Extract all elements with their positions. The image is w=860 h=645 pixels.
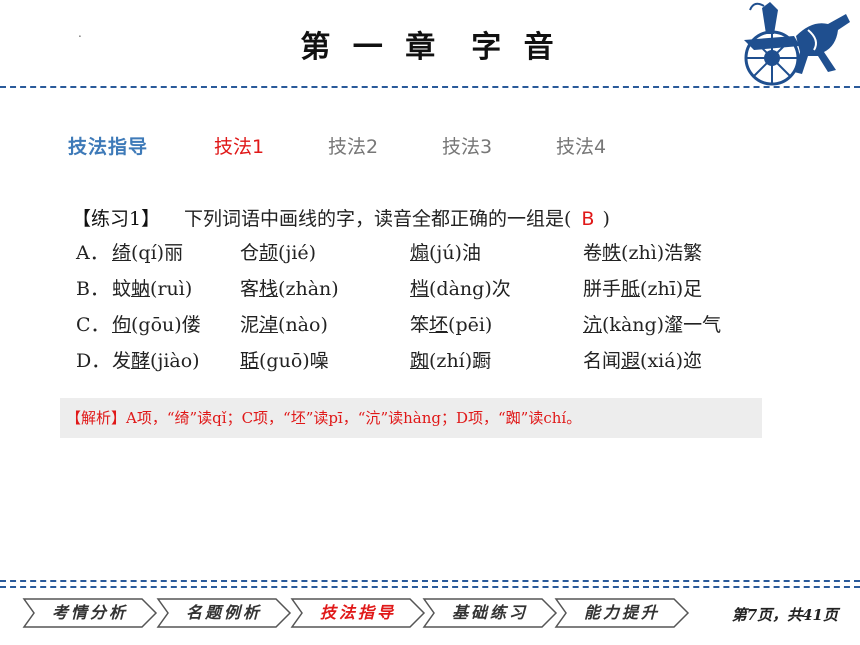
footer-tab[interactable]: 基础练习 xyxy=(420,597,560,629)
word-part: (zhì)浩繁 xyxy=(621,242,703,264)
underlined-char: 煽 xyxy=(410,242,430,264)
technique-nav: 技法指导 技法1 技法2 技法3 技法4 xyxy=(0,132,860,158)
word-part: (jiào) xyxy=(150,350,200,372)
question-suffix: ) xyxy=(602,208,610,230)
word-part: (gōu)偻 xyxy=(131,314,201,336)
option-word: 佝(gōu)偻 xyxy=(112,310,201,337)
footer-tab-label: 技法指导 xyxy=(319,603,396,622)
option-word: 客栈(zhàn) xyxy=(240,274,339,301)
option-letter: C． xyxy=(76,314,110,336)
header-divider xyxy=(0,86,860,88)
footer-tab[interactable]: 技法指导 xyxy=(288,597,428,629)
analysis-box: 【解析】A项，“绮”读qǐ；C项，“坯”读pī，“沆”读hàng；D项，“踟”读… xyxy=(60,398,762,438)
word-part: (zhī)足 xyxy=(640,278,703,300)
underlined-char: 踟 xyxy=(410,350,430,372)
option-word: 煽(jú)油 xyxy=(410,238,481,265)
underlined-char: 胝 xyxy=(621,278,641,300)
word-part: (jú)油 xyxy=(429,242,481,264)
footer-tab[interactable]: 能力提升 xyxy=(552,597,692,629)
footer-tab-label: 基础练习 xyxy=(451,603,528,622)
question-prefix: 下列词语中画线的字，读音全都正确的一组是( xyxy=(184,208,572,230)
exercise-label: 【练习1】 xyxy=(72,208,161,230)
tab-technique-4[interactable]: 技法4 xyxy=(556,132,606,159)
chariot-logo-icon xyxy=(744,2,850,86)
underlined-char: 蚋 xyxy=(131,278,151,300)
word-part: (jié) xyxy=(278,242,317,264)
word-part: (pēi) xyxy=(448,314,493,336)
word-part: (nào) xyxy=(278,314,328,336)
word-part: 胼手 xyxy=(583,278,622,300)
word-part: (zhí)蹰 xyxy=(429,350,492,372)
word-part: 名闻 xyxy=(583,350,622,372)
option-letter: A． xyxy=(76,242,109,264)
footer-divider-bottom xyxy=(0,586,860,588)
word-part: (ruì) xyxy=(150,278,193,300)
tab-technique-3[interactable]: 技法3 xyxy=(442,132,492,159)
word-part: 发 xyxy=(112,350,132,372)
nav-guide-label: 技法指导 xyxy=(68,136,149,158)
underlined-char: 佝 xyxy=(112,314,132,336)
underlined-char: 遐 xyxy=(621,350,641,372)
word-part: (zhàn) xyxy=(278,278,339,300)
word-part: (kàng)瀣一气 xyxy=(602,314,722,336)
option-word: 档(dàng)次 xyxy=(410,274,511,301)
page-indicator: 第7页，共41页 xyxy=(731,606,838,624)
option-word: 聒(guō)噪 xyxy=(240,346,329,373)
underlined-char: 栈 xyxy=(259,278,279,300)
answer-letter: B xyxy=(581,208,595,230)
chapter-label: 第 一 章 xyxy=(300,30,442,65)
word-part: 卷 xyxy=(583,242,603,264)
option-word: 仓颉(jié) xyxy=(240,238,316,265)
option-letter: D． xyxy=(76,350,111,372)
word-part: (qí)丽 xyxy=(131,242,184,264)
word-part: 蚊 xyxy=(112,278,132,300)
footer-tab-label: 名题例析 xyxy=(185,603,262,622)
option-letter: B． xyxy=(76,278,109,300)
option-word: 卷帙(zhì)浩繁 xyxy=(583,238,702,265)
underlined-char: 坯 xyxy=(429,314,449,336)
underlined-char: 颉 xyxy=(259,242,279,264)
word-part: 仓 xyxy=(240,242,260,264)
underlined-char: 聒 xyxy=(240,350,260,372)
word-part: (guō)噪 xyxy=(259,350,329,372)
underlined-char: 酵 xyxy=(131,350,151,372)
option-word: 蚊蚋(ruì) xyxy=(112,274,192,301)
underlined-char: 淖 xyxy=(259,314,279,336)
option-word: 笨坯(pēi) xyxy=(410,310,492,337)
underlined-char: 沆 xyxy=(583,314,603,336)
footer-tab[interactable]: 考情分析 xyxy=(20,597,160,629)
underlined-char: 绮 xyxy=(112,242,132,264)
option-word: 沆(kàng)瀣一气 xyxy=(583,310,721,337)
word-part: (xiá)迩 xyxy=(640,350,702,372)
underlined-char: 档 xyxy=(410,278,430,300)
word-part: 笨 xyxy=(410,314,430,336)
option-word: 踟(zhí)蹰 xyxy=(410,346,491,373)
tab-technique-1[interactable]: 技法1 xyxy=(214,132,264,159)
option-word: 名闻遐(xiá)迩 xyxy=(583,346,702,373)
footer-tab[interactable]: 名题例析 xyxy=(154,597,294,629)
option-word: 绮(qí)丽 xyxy=(112,238,183,265)
word-part: 泥 xyxy=(240,314,260,336)
underlined-char: 帙 xyxy=(602,242,622,264)
question-text: 下列词语中画线的字，读音全都正确的一组是( B) xyxy=(184,204,610,231)
option-word: 泥淖(nào) xyxy=(240,310,328,337)
option-word: 胼手胝(zhī)足 xyxy=(583,274,702,301)
tab-technique-2[interactable]: 技法2 xyxy=(328,132,378,159)
footer-nav: 考情分析 名题例析 技法指导 基础练习 能力提升 第7页，共41页 xyxy=(0,580,860,645)
word-part: (dàng)次 xyxy=(429,278,511,300)
footer-divider-top xyxy=(0,580,860,582)
chapter-topic: 字 音 xyxy=(471,30,560,65)
footer-tab-label: 考情分析 xyxy=(51,603,128,622)
footer-tab-label: 能力提升 xyxy=(583,603,660,622)
option-word: 发酵(jiào) xyxy=(112,346,200,373)
header: . 第 一 章字 音 xyxy=(0,0,860,90)
word-part: 客 xyxy=(240,278,260,300)
